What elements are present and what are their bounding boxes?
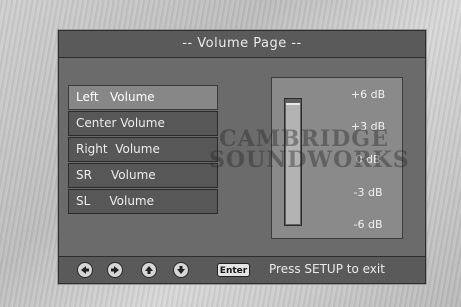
menu-item-sr-volume[interactable]: SR Volume bbox=[68, 163, 218, 188]
menu-item-sl-volume[interactable]: SL Volume bbox=[68, 189, 218, 214]
volume-page-panel: -- Volume Page -- Left Volume Center Vol… bbox=[58, 30, 426, 284]
volume-level-fill bbox=[286, 102, 300, 224]
volume-level-track[interactable] bbox=[284, 98, 302, 226]
enter-key-icon[interactable]: Enter bbox=[217, 263, 250, 277]
db-scale: +6 dB +3 dB 0 dB -3 dB -6 dB bbox=[338, 88, 400, 233]
left-arrow-icon[interactable] bbox=[77, 262, 93, 278]
menu-item-center-volume[interactable]: Center Volume bbox=[68, 111, 218, 136]
scale-label-plus3: +3 dB bbox=[350, 120, 386, 133]
scale-label-minus6: -6 dB bbox=[353, 218, 383, 231]
scale-label-0: 0 dB bbox=[355, 153, 381, 166]
scale-label-minus3: -3 dB bbox=[353, 186, 383, 199]
footer-bar: Enter Press SETUP to exit bbox=[59, 256, 425, 283]
menu-item-right-volume[interactable]: Right Volume bbox=[68, 137, 218, 162]
exit-hint: Press SETUP to exit bbox=[269, 262, 385, 276]
right-arrow-icon[interactable] bbox=[107, 262, 123, 278]
menu-item-left-volume[interactable]: Left Volume bbox=[68, 85, 218, 110]
page-title: -- Volume Page -- bbox=[59, 31, 425, 58]
channel-menu: Left Volume Center Volume Right Volume S… bbox=[68, 85, 218, 215]
up-arrow-icon[interactable] bbox=[141, 262, 157, 278]
volume-meter: +6 dB +3 dB 0 dB -3 dB -6 dB bbox=[271, 77, 403, 239]
down-arrow-icon[interactable] bbox=[173, 262, 189, 278]
scale-label-plus6: +6 dB bbox=[350, 88, 386, 101]
